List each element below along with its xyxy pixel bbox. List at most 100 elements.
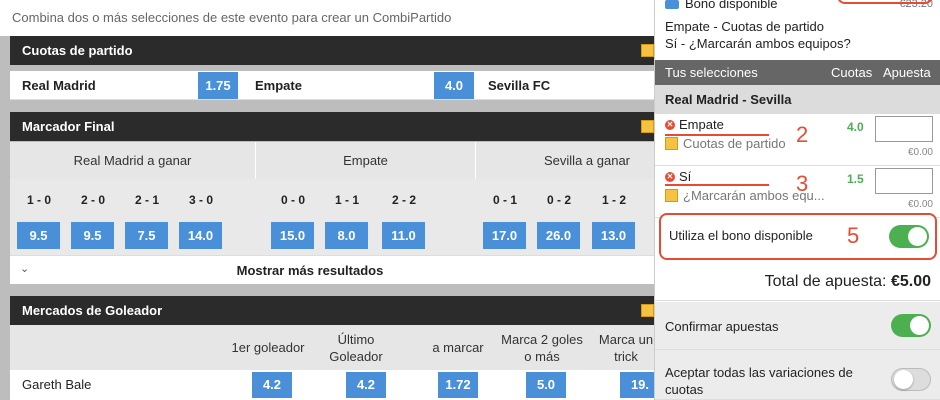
match-odds-row: Real Madrid 1.75 Empate 4.0 Sevilla FC	[10, 71, 654, 100]
total-stake: Total de apuesta: €5.00	[655, 263, 940, 301]
total-value: €5.00	[890, 273, 931, 290]
confirm-bets-row: Confirmar apuestas	[655, 302, 940, 350]
combi-hint: Combina dos o más selecciones de este ev…	[0, 0, 654, 36]
market-icon	[665, 189, 678, 202]
score-odd-button[interactable]: 11.0	[382, 222, 425, 249]
use-bonus-row: Utiliza el bono disponible 5	[659, 213, 937, 260]
column-header: a marcar	[432, 340, 484, 355]
scorer-odd-button[interactable]: 4.2	[346, 372, 386, 398]
group-label-home: Real Madrid a ganar	[10, 142, 256, 179]
home-odd-button[interactable]: 1.75	[198, 72, 238, 99]
use-bonus-label: Utiliza el bono disponible	[669, 228, 813, 243]
odds-heading: Cuotas	[831, 65, 873, 80]
accept-odds-changes-toggle[interactable]	[891, 368, 931, 391]
match-odds-title: Cuotas de partido	[22, 43, 133, 58]
scorer-odd-button[interactable]: 19.	[620, 372, 654, 398]
use-bonus-toggle[interactable]	[889, 225, 929, 248]
column-header: Marca un trick	[598, 331, 654, 364]
score-label: 0 - 1	[492, 193, 517, 207]
final-score-grid: Real Madrid a ganar Empate Sevilla a gan…	[10, 142, 654, 255]
event-markets-panel: Combina dos o más selecciones de este ev…	[0, 0, 654, 400]
betslip-event: Real Madrid - Sevilla	[655, 85, 940, 114]
stake-eur: €0.00	[907, 147, 933, 158]
show-more-results[interactable]: ⌄ Mostrar más resultados	[10, 255, 654, 284]
total-label: Total de apuesta:	[764, 273, 887, 290]
bonus-available-label: Bono disponible	[685, 0, 778, 11]
selection-pick: Sí	[679, 169, 692, 184]
toggle-knob	[894, 370, 913, 389]
selection-market: Cuotas de partido	[683, 136, 786, 151]
score-odd-button[interactable]: 14.0	[179, 222, 222, 249]
score-odd-button[interactable]: 26.0	[537, 222, 580, 249]
favorite-star-icon[interactable]	[641, 120, 654, 133]
remove-selection-icon[interactable]: ✕	[665, 172, 675, 182]
score-label: 3 - 0	[188, 193, 213, 207]
show-more-label: Mostrar más resultados	[236, 263, 384, 278]
column-header: Marca 2 goles o más	[501, 331, 583, 364]
player-name: Gareth Bale	[22, 377, 92, 392]
betslip-summary: Bono disponible €23.20 Empate - Cuotas d…	[655, 0, 940, 60]
selection-item: ✕ Sí 3 ¿Marcarán ambos equ... 1.5 €0.00	[655, 166, 940, 218]
combi-line: Empate - Cuotas de partido	[665, 19, 824, 34]
score-odd-button[interactable]: 7.5	[125, 222, 168, 249]
accept-odds-changes-row: Aceptar todas las variaciones de cuotas	[655, 350, 940, 400]
toggle-knob	[910, 316, 929, 335]
home-team-label: Real Madrid	[22, 78, 96, 93]
group-label-draw: Empate	[256, 142, 476, 179]
combi-line: Sí - ¿Marcarán ambos equipos?	[665, 36, 851, 51]
selection-odds: 1.5	[847, 172, 864, 186]
remove-selection-icon[interactable]: ✕	[665, 120, 675, 130]
score-odd-button[interactable]: 15.0	[271, 222, 314, 249]
final-score-header[interactable]: Marcador Final	[10, 112, 654, 141]
ticket-icon	[665, 0, 679, 10]
market-icon	[665, 137, 678, 150]
favorite-star-icon[interactable]	[641, 304, 654, 317]
score-label: 2 - 2	[391, 193, 416, 207]
score-odd-button[interactable]: 8.0	[325, 222, 368, 249]
annotation-number: 2	[796, 122, 809, 147]
annotation-number: 5	[847, 223, 860, 248]
confirm-bets-toggle[interactable]	[891, 314, 931, 337]
scorer-odd-button[interactable]: 4.2	[252, 372, 292, 398]
score-label: 1 - 0	[26, 193, 51, 207]
score-label: 2 - 1	[134, 193, 159, 207]
annotation-highlight	[837, 0, 933, 4]
stake-heading: Apuesta	[883, 65, 931, 80]
score-label: 0 - 0	[280, 193, 305, 207]
scorer-markets-header[interactable]: Mercados de Goleador	[10, 296, 654, 325]
column-header: 1er goleador	[231, 340, 305, 355]
stake-input[interactable]	[875, 168, 933, 194]
betslip-panel: Bono disponible €23.20 Empate - Cuotas d…	[654, 0, 940, 400]
stake-input[interactable]	[875, 116, 933, 142]
score-odd-button[interactable]: 9.5	[71, 222, 114, 249]
score-label: 0 - 2	[546, 193, 571, 207]
toggle-knob	[908, 227, 927, 246]
score-label: 2 - 0	[80, 193, 105, 207]
score-odd-button[interactable]: 13.0	[592, 222, 635, 249]
score-label: 1 - 1	[334, 193, 359, 207]
draw-label: Empate	[255, 78, 302, 93]
scorer-odd-button[interactable]: 1.72	[438, 372, 478, 398]
betslip-header: Tus selecciones Cuotas Apuesta	[655, 60, 940, 85]
score-label: 1 - 2	[601, 193, 626, 207]
final-score-title: Marcador Final	[22, 119, 115, 134]
scorer-columns: 1er goleador Último Goleador a marcar Ma…	[10, 325, 654, 370]
scorer-markets-title: Mercados de Goleador	[22, 303, 163, 318]
match-odds-header[interactable]: Cuotas de partido	[10, 36, 654, 65]
scorer-row: Gareth Bale 4.2 4.2 1.72 5.0 19.	[10, 370, 654, 400]
annotation-underline	[665, 184, 769, 186]
selections-heading: Tus selecciones	[665, 65, 758, 80]
favorite-star-icon[interactable]	[641, 44, 654, 57]
selection-market: ¿Marcarán ambos equ...	[683, 188, 825, 203]
scorer-odd-button[interactable]: 5.0	[526, 372, 566, 398]
selection-odds: 4.0	[847, 120, 864, 134]
score-odd-button[interactable]: 17.0	[483, 222, 526, 249]
accept-odds-changes-label: Aceptar todas las variaciones de cuotas	[665, 365, 853, 397]
column-header: Último Goleador	[329, 331, 383, 364]
selection-item: ✕ Empate 2 Cuotas de partido 4.0 €0.00	[655, 114, 940, 166]
selection-pick: Empate	[679, 117, 724, 132]
group-label-away: Sevilla a ganar	[476, 142, 654, 179]
draw-odd-button[interactable]: 4.0	[434, 72, 474, 99]
away-team-label: Sevilla FC	[488, 78, 551, 93]
score-odd-button[interactable]: 9.5	[17, 222, 60, 249]
